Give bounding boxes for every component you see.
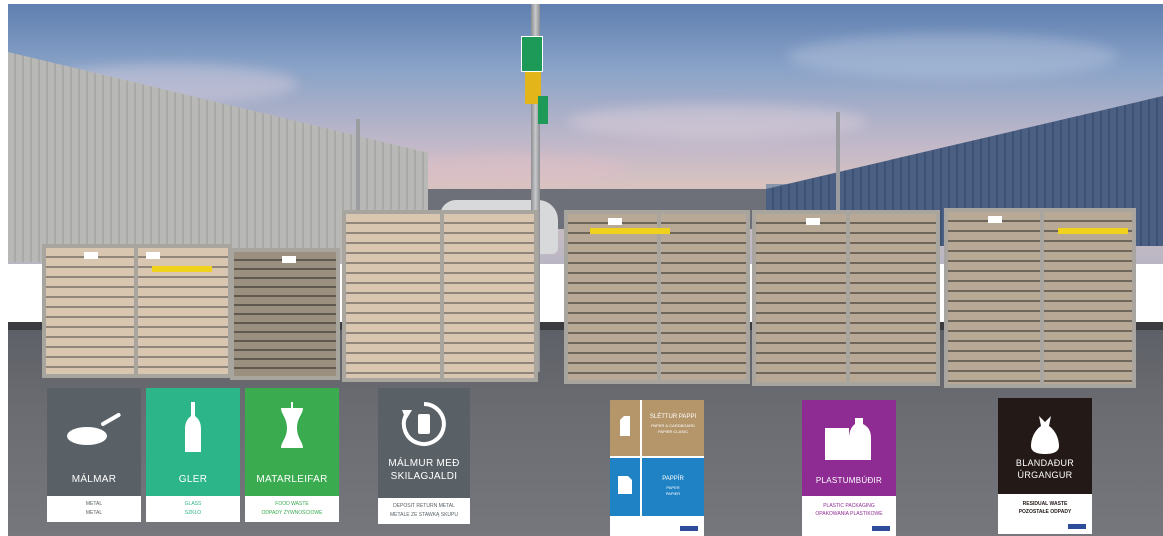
trash-bag-icon xyxy=(1031,416,1059,454)
sign-title-line1: BLANDAÐUR xyxy=(1015,458,1075,468)
sign-gler: GLER GLASS SZKŁO xyxy=(146,388,240,522)
sign-bottom-en: PAPER xyxy=(666,485,680,490)
sign-pappi-pappir: SLÉTTUR PAPPI PAPER & CARDBOARD PAPIER C… xyxy=(610,400,704,536)
bin-paper xyxy=(564,210,750,384)
sign-title-line1: MÁLMUR MEÐ xyxy=(388,458,460,469)
sign-caption: GLASS SZKŁO xyxy=(146,496,240,522)
sign-matarleifar: MATARLEIFAR FOOD WASTE ODPADY ŻYWNOŚCIOW… xyxy=(245,388,339,522)
sign-caption: FOOD WASTE ODPADY ŻYWNOŚCIOWE xyxy=(245,496,339,522)
sign-caption: PLASTIC PACKAGING OPAKOWANIA PLASTIKOWE xyxy=(802,496,896,536)
bin-residual xyxy=(944,208,1136,388)
carton-icon xyxy=(620,416,630,436)
caption-pl: ODPADY ŻYWNOŚCIOWE xyxy=(261,510,323,516)
sign-title: PLASTUMBÚÐIR xyxy=(815,476,883,485)
sign-title-line2: SKILAGJALDI xyxy=(390,471,458,482)
logo xyxy=(1068,524,1086,529)
bin-deposit-metal xyxy=(342,210,538,382)
logo xyxy=(872,526,890,531)
apple-core-icon xyxy=(281,402,303,448)
sign-title: MATARLEIFAR xyxy=(256,474,328,485)
sign-malmar: MÁLMAR METAL METAL xyxy=(47,388,141,522)
bin-food xyxy=(230,248,340,380)
small-green-sign xyxy=(538,96,548,124)
caption-pl: METAL xyxy=(85,510,103,516)
caption-pl: SZKŁO xyxy=(184,510,202,516)
caption-en: GLASS xyxy=(184,501,202,507)
sign-malmur-med-skilagjaldi: MÁLMUR MEÐ SKILAGJALDI DEPOSIT RETURN ME… xyxy=(378,388,470,524)
sign-caption: RESIDUAL WASTE POZOSTAŁE ODPADY xyxy=(998,494,1092,534)
caption-pl: METALE ZE STAWKĄ SKUPU xyxy=(390,512,458,518)
street-lamp xyxy=(356,119,360,219)
sign-title: MÁLMAR xyxy=(71,474,117,485)
bottle-icon xyxy=(185,402,201,452)
plastic-bottle-icon xyxy=(825,418,871,460)
bin-metal xyxy=(42,244,138,378)
caption-pl: OPAKOWANIA PLASTIKOWE xyxy=(815,511,883,517)
cloud xyxy=(568,104,868,139)
sign-bottom-title: PAPPÍR xyxy=(662,476,684,482)
bin-glass xyxy=(134,244,232,378)
green-sign xyxy=(521,36,543,72)
sign-top-title: SLÉTTUR PAPPI xyxy=(649,414,697,420)
sign-caption: DEPOSIT RETURN METAL METALE ZE STAWKĄ SK… xyxy=(378,498,470,524)
sign-plastumbudir: PLASTUMBÚÐIR PLASTIC PACKAGING OPAKOWANI… xyxy=(802,400,896,536)
can-return-icon xyxy=(401,402,446,446)
sign-top-en: PAPER & CARDBOARD xyxy=(651,423,695,428)
paper-sheet-icon xyxy=(618,476,632,494)
frying-pan-icon xyxy=(67,413,121,445)
sign-title-line2: ÚRGANGUR xyxy=(1017,470,1073,480)
street-lamp xyxy=(836,112,840,212)
bin-plastic xyxy=(752,210,940,386)
caption-en: FOOD WASTE xyxy=(275,501,309,507)
sign-top-pl: PAPIER CLASIC xyxy=(658,429,688,434)
caption-en: DEPOSIT RETURN METAL xyxy=(393,503,455,509)
sign-bottom-pl: PAPIER xyxy=(665,491,681,496)
sign-title: GLER xyxy=(178,474,208,485)
logo xyxy=(680,526,698,531)
cloud xyxy=(788,34,1118,79)
sign-caption: METAL METAL xyxy=(47,496,141,522)
photo-scene: MÁLMAR METAL METAL GLER GLASS SZKŁO MATA… xyxy=(8,4,1163,536)
caption-pl: POZOSTAŁE ODPADY xyxy=(1018,509,1072,515)
caption-en: METAL xyxy=(85,501,103,507)
sign-blandadur-urgangur: BLANDAÐUR ÚRGANGUR RESIDUAL WASTE POZOST… xyxy=(998,398,1092,534)
